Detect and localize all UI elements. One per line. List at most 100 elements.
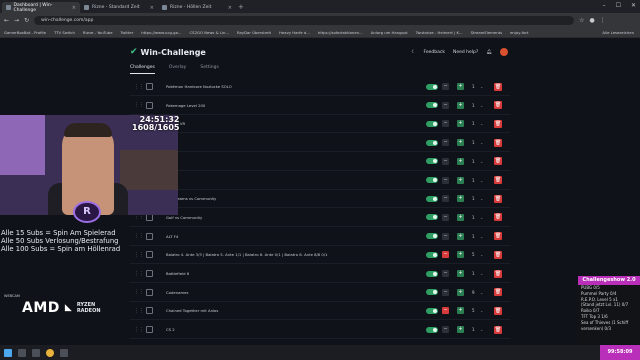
close-window-icon[interactable]: ✕: [631, 2, 636, 9]
start-icon[interactable]: [4, 348, 12, 357]
decrement-button[interactable]: −: [442, 195, 449, 203]
delete-icon[interactable]: 🗑︎: [494, 138, 502, 147]
chevron-down-icon[interactable]: ⌄: [480, 271, 483, 276]
delete-icon[interactable]: 🗑︎: [494, 194, 502, 203]
bookmark-item[interactable]: Rizne - YouTube: [83, 30, 113, 35]
chevron-down-icon[interactable]: ⌄: [480, 215, 483, 220]
increment-button[interactable]: +: [457, 195, 464, 203]
delete-icon[interactable]: 🗑︎: [494, 232, 502, 241]
feedback-link[interactable]: Feedback: [424, 50, 445, 55]
browser-tab-2[interactable]: Rizne - Höllen Zeit ×: [158, 2, 236, 13]
challenge-toggle[interactable]: [426, 270, 438, 277]
increment-button[interactable]: +: [457, 251, 464, 259]
decrement-button[interactable]: −: [442, 176, 449, 184]
all-bookmarks-link[interactable]: Alle Lesezeichen: [602, 30, 634, 35]
drag-handle-icon[interactable]: ⋮⋮: [134, 102, 144, 108]
chevron-down-icon[interactable]: ⌄: [480, 121, 483, 126]
drag-handle-icon[interactable]: ⋮⋮: [134, 271, 144, 277]
challenge-toggle[interactable]: [426, 83, 438, 90]
search-icon[interactable]: [18, 348, 26, 357]
delete-icon[interactable]: 🗑︎: [494, 213, 502, 222]
delete-icon[interactable]: 🗑︎: [494, 288, 502, 297]
challenge-toggle[interactable]: [426, 158, 438, 165]
tab-challenges[interactable]: Challenges: [130, 65, 155, 74]
increment-button[interactable]: +: [457, 139, 464, 147]
explorer-icon[interactable]: [32, 348, 40, 357]
tab-settings[interactable]: Settings: [200, 65, 218, 74]
bookmark-item[interactable]: Twutorize - Helmert | K...: [416, 30, 463, 35]
theme-toggle-icon[interactable]: ☾: [411, 50, 415, 55]
chrome-icon[interactable]: [46, 348, 54, 357]
challenge-checkbox[interactable]: [146, 288, 153, 296]
challenge-toggle[interactable]: [426, 177, 438, 183]
bookmark-item[interactable]: RayDar Überstreit: [237, 30, 271, 35]
bookmark-item[interactable]: enjoy-fort: [510, 30, 528, 35]
menu-icon[interactable]: ⋮: [600, 17, 606, 24]
tab-overlay[interactable]: Overlay: [169, 65, 187, 74]
drag-handle-icon[interactable]: ⋮⋮: [134, 327, 144, 333]
minimize-icon[interactable]: –: [603, 2, 606, 9]
decrement-button[interactable]: −: [442, 139, 449, 147]
tab-close-icon[interactable]: ×: [150, 5, 154, 11]
bookmark-item[interactable]: CS2GO News & Lin...: [190, 30, 229, 35]
avatar[interactable]: [500, 48, 508, 56]
chevron-down-icon[interactable]: ⌄: [480, 140, 483, 145]
profile-icon[interactable]: ●: [589, 17, 594, 24]
decrement-button[interactable]: −: [442, 120, 449, 128]
reload-icon[interactable]: ↻: [24, 17, 29, 24]
decrement-button[interactable]: −: [442, 157, 449, 165]
chevron-down-icon[interactable]: ⌄: [480, 84, 483, 89]
increment-button[interactable]: +: [457, 120, 464, 128]
drag-handle-icon[interactable]: ⋮⋮: [134, 84, 144, 90]
drag-handle-icon[interactable]: ⋮⋮: [134, 289, 144, 295]
challenge-toggle[interactable]: [426, 195, 438, 202]
bookmark-item[interactable]: Anlorg um Hangout: [371, 30, 408, 35]
chevron-down-icon[interactable]: ⌄: [480, 159, 483, 164]
decrement-button[interactable]: −: [442, 232, 449, 240]
chevron-down-icon[interactable]: ⌄: [480, 290, 483, 295]
bookmark-item[interactable]: https://sofortaktionen...: [318, 30, 363, 35]
delete-icon[interactable]: 🗑︎: [494, 101, 502, 110]
delete-icon[interactable]: 🗑︎: [494, 269, 502, 278]
delete-icon[interactable]: 🗑︎: [494, 157, 502, 166]
browser-tab-1[interactable]: Rizne - Standard Zeit ×: [80, 2, 158, 13]
decrement-button[interactable]: −: [442, 83, 449, 90]
drag-handle-icon[interactable]: ⋮⋮: [134, 233, 144, 239]
increment-button[interactable]: +: [457, 288, 464, 296]
delete-icon[interactable]: 🗑︎: [494, 306, 502, 315]
chevron-down-icon[interactable]: ⌄: [480, 234, 483, 239]
decrement-button[interactable]: −: [442, 270, 449, 277]
increment-button[interactable]: +: [457, 326, 464, 334]
delete-icon[interactable]: 🗑︎: [494, 325, 502, 334]
increment-button[interactable]: +: [457, 157, 464, 165]
chevron-down-icon[interactable]: ⌄: [480, 196, 483, 201]
challenge-toggle[interactable]: [426, 214, 438, 221]
bookmark-item[interactable]: StreamElements: [471, 30, 502, 35]
challenge-toggle[interactable]: [426, 120, 438, 127]
drag-handle-icon[interactable]: ⋮⋮: [134, 214, 144, 220]
tab-close-icon[interactable]: ×: [72, 5, 76, 11]
chevron-down-icon[interactable]: ⌄: [480, 252, 483, 257]
decrement-button[interactable]: −: [442, 307, 449, 315]
new-tab-icon[interactable]: +: [238, 3, 244, 11]
bookmark-item[interactable]: https://www.ucg.ga...: [141, 30, 181, 35]
drag-handle-icon[interactable]: ⋮⋮: [134, 308, 144, 314]
chevron-down-icon[interactable]: ⌄: [480, 327, 483, 332]
bookmark-item[interactable]: GamerBoxBot - Profile: [4, 30, 46, 35]
obs-icon[interactable]: [60, 348, 68, 357]
delete-icon[interactable]: 🗑︎: [494, 176, 502, 184]
back-icon[interactable]: ←: [4, 17, 9, 24]
drag-handle-icon[interactable]: ⋮⋮: [134, 252, 144, 258]
decrement-button[interactable]: −: [442, 101, 449, 109]
challenge-toggle[interactable]: [426, 326, 438, 333]
decrement-button[interactable]: −: [442, 288, 449, 296]
bookmark-item[interactable]: Twitter: [121, 30, 134, 35]
increment-button[interactable]: +: [457, 176, 464, 184]
bell-icon[interactable]: 🔔︎: [486, 50, 492, 55]
challenge-checkbox[interactable]: [146, 101, 153, 109]
challenge-toggle[interactable]: [426, 307, 438, 314]
bookmark-item[interactable]: TTV Switch: [54, 30, 75, 35]
bookmark-item[interactable]: Heavy Harfe d...: [279, 30, 310, 35]
challenge-toggle[interactable]: [426, 233, 438, 240]
chevron-down-icon[interactable]: ⌄: [480, 103, 483, 108]
